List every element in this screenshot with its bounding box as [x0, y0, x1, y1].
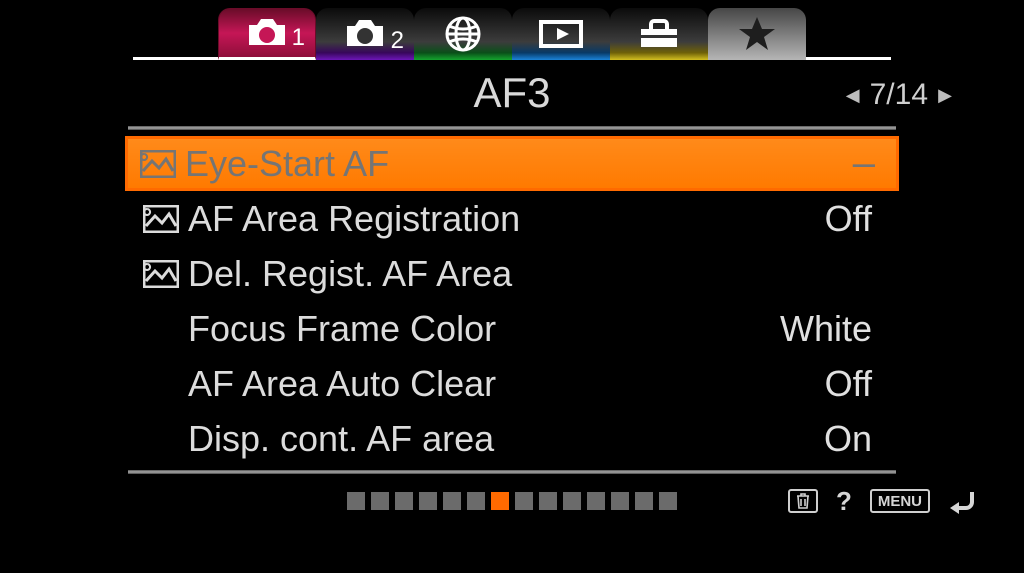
- footer-divider: [128, 470, 896, 474]
- menu-button[interactable]: MENU: [870, 489, 930, 513]
- image-cycle-icon: [139, 149, 177, 179]
- page-dot[interactable]: [467, 492, 485, 510]
- section-title: AF3: [473, 69, 550, 117]
- camera-icon: [245, 17, 289, 49]
- menu-item-label: Focus Frame Color: [188, 308, 780, 350]
- page-prev-arrow[interactable]: ◀: [846, 85, 860, 106]
- menu-item-del-regist-af-area[interactable]: Del. Regist. AF Area: [128, 246, 896, 301]
- top-tab-bar: 1 2: [0, 0, 1024, 60]
- page-dot[interactable]: [539, 492, 557, 510]
- menu-item-label: AF Area Auto Clear: [188, 363, 825, 405]
- page-dot[interactable]: [635, 492, 653, 510]
- bottom-bar: ? MENU: [0, 478, 1024, 524]
- menu-item-value: White: [780, 308, 872, 350]
- menu-item-label: Eye-Start AF: [185, 143, 853, 185]
- page-dot[interactable]: [347, 492, 365, 510]
- page-dot[interactable]: [563, 492, 581, 510]
- menu-item-focus-frame-color[interactable]: Focus Frame Color White: [128, 301, 896, 356]
- page-dot[interactable]: [395, 492, 413, 510]
- page-next-arrow[interactable]: ▶: [938, 85, 952, 106]
- tab-playback[interactable]: [512, 8, 610, 60]
- page-dot[interactable]: [371, 492, 389, 510]
- tab-camera-1[interactable]: 1: [218, 8, 316, 60]
- trash-icon: [796, 493, 810, 509]
- menu-item-label: AF Area Registration: [188, 198, 825, 240]
- spacer: [142, 424, 180, 454]
- menu-item-value: Off: [825, 198, 872, 240]
- trash-button[interactable]: [788, 489, 818, 513]
- page-indicator[interactable]: ◀ 7/14 ▶: [846, 78, 952, 112]
- page-number: 7/14: [870, 78, 928, 112]
- menu-item-value: On: [824, 418, 872, 460]
- help-button[interactable]: ?: [836, 486, 852, 517]
- image-cycle-icon: [142, 204, 180, 234]
- menu-list: Eye-Start AF – AF Area Registration Off …: [0, 136, 1024, 466]
- spacer: [142, 369, 180, 399]
- camera-icon: [343, 18, 387, 50]
- section-header: AF3 ◀ 7/14 ▶: [0, 60, 1024, 126]
- menu-item-disp-cont-af-area[interactable]: Disp. cont. AF area On: [128, 411, 896, 466]
- page-dot[interactable]: [587, 492, 605, 510]
- back-button[interactable]: [948, 488, 976, 514]
- image-cycle-icon: [142, 259, 180, 289]
- tab-camera-2-label: 2: [391, 27, 404, 55]
- page-dot[interactable]: [419, 492, 437, 510]
- page-dot[interactable]: [659, 492, 677, 510]
- menu-item-value: –: [853, 141, 875, 186]
- tab-camera-1-label: 1: [292, 24, 305, 52]
- star-icon: [737, 14, 777, 54]
- menu-item-af-area-registration[interactable]: AF Area Registration Off: [128, 191, 896, 246]
- spacer: [142, 314, 180, 344]
- page-dot[interactable]: [491, 492, 509, 510]
- menu-item-af-area-auto-clear[interactable]: AF Area Auto Clear Off: [128, 356, 896, 411]
- tab-setup[interactable]: [610, 8, 708, 60]
- tab-camera-2[interactable]: 2: [316, 8, 414, 60]
- toolbox-icon: [637, 17, 681, 51]
- page-dot[interactable]: [443, 492, 461, 510]
- tab-my-menu[interactable]: [708, 8, 806, 60]
- menu-item-value: Off: [825, 363, 872, 405]
- playback-icon: [539, 18, 583, 50]
- header-divider: [128, 126, 896, 130]
- menu-item-label: Del. Regist. AF Area: [188, 253, 872, 295]
- menu-item-eye-start-af[interactable]: Eye-Start AF –: [125, 136, 899, 191]
- back-arrow-icon: [948, 488, 976, 514]
- page-dot[interactable]: [611, 492, 629, 510]
- page-dot-row: [347, 492, 677, 510]
- page-dot[interactable]: [515, 492, 533, 510]
- tab-network[interactable]: [414, 8, 512, 60]
- menu-item-label: Disp. cont. AF area: [188, 418, 824, 460]
- globe-icon: [444, 15, 482, 53]
